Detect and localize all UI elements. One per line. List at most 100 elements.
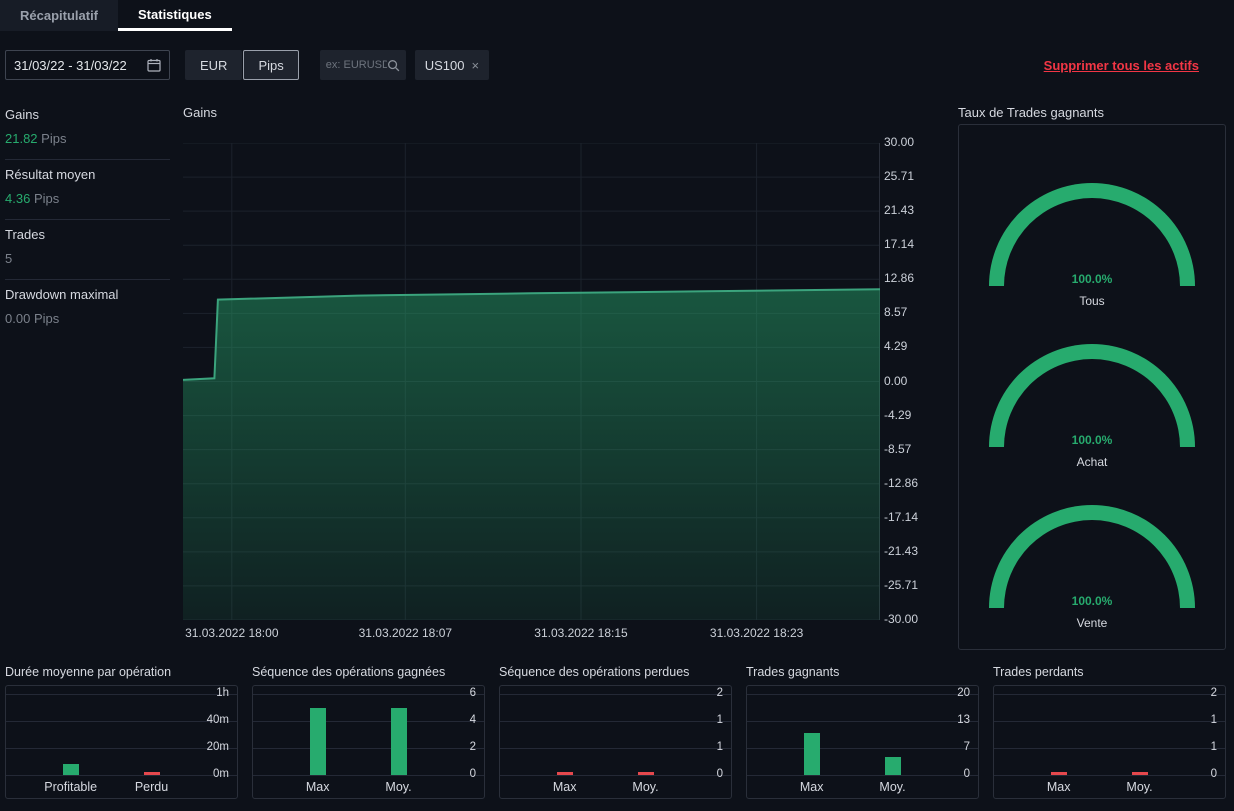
chip-remove-icon[interactable]: × xyxy=(472,58,480,73)
gridline xyxy=(6,694,237,695)
y-tick-label: 4 xyxy=(470,714,476,726)
statistics-page: Récapitulatif Statistiques EUR Pips US10… xyxy=(0,0,1234,811)
mini-chart-plot: 2110 xyxy=(500,694,731,776)
stat-item-drawdown-maximal: Drawdown maximal 0.00 Pips xyxy=(5,280,170,339)
gridline xyxy=(994,721,1225,722)
bar-moy xyxy=(391,708,407,776)
y-axis-label: 25.71 xyxy=(884,169,914,183)
bar-perdu xyxy=(144,772,160,775)
y-axis-label: -12.86 xyxy=(884,476,918,490)
y-axis-label: 21.43 xyxy=(884,203,914,217)
tab-recapitulatif[interactable]: Récapitulatif xyxy=(0,0,118,31)
y-axis-label: -30.00 xyxy=(884,612,918,626)
gridline xyxy=(6,775,237,776)
category-label: Perdu xyxy=(135,780,168,794)
gridline xyxy=(747,694,978,695)
stat-label: Drawdown maximal xyxy=(5,287,170,302)
gauge-arc xyxy=(989,183,1195,286)
panel-title: Trades gagnants xyxy=(746,665,979,685)
panel-title: Séquence des opérations perdues xyxy=(499,665,732,685)
y-axis-label: -21.43 xyxy=(884,544,918,558)
gridline xyxy=(253,721,484,722)
x-axis-label: 31.03.2022 18:15 xyxy=(534,626,627,640)
mini-chart-duree: 1h40m20m0mProfitablePerdu xyxy=(5,685,238,799)
gridline xyxy=(500,748,731,749)
delete-all-assets-link[interactable]: Supprimer tous les actifs xyxy=(1044,58,1199,73)
gridline xyxy=(6,748,237,749)
gridline xyxy=(253,748,484,749)
mini-chart-trades-perdants: 2110 Max Moy. xyxy=(993,685,1226,799)
x-axis-label: 31.03.2022 18:07 xyxy=(359,626,452,640)
gauge-value: 100.0% xyxy=(1072,272,1113,286)
y-tick-label: 40m xyxy=(207,714,229,726)
gauge-label: Achat xyxy=(1077,455,1108,469)
asset-search-input[interactable] xyxy=(326,59,387,71)
category-label: Max xyxy=(1047,780,1071,794)
mini-chart-plot: 1h40m20m0m xyxy=(6,694,237,776)
y-tick-label: 20 xyxy=(957,687,970,699)
y-axis-label: 30.00 xyxy=(884,135,914,149)
y-tick-label: 1 xyxy=(1211,741,1217,753)
y-axis-label: 12.86 xyxy=(884,271,914,285)
gridline xyxy=(253,694,484,695)
stat-value: 0.00 Pips xyxy=(5,311,170,326)
main-chart-y-axis: 30.0025.7121.4317.1412.868.574.290.00-4.… xyxy=(884,143,940,620)
gauge-label: Vente xyxy=(1077,616,1108,630)
bar-max xyxy=(557,772,573,775)
asset-chip-label: US100 xyxy=(425,58,465,73)
date-range-input[interactable] xyxy=(14,58,147,73)
stat-value: 4.36 Pips xyxy=(5,191,170,206)
bottom-charts-row: Durée moyenne par opération 1h40m20m0mPr… xyxy=(5,665,1226,799)
calendar-icon[interactable] xyxy=(147,58,161,72)
gridline xyxy=(747,721,978,722)
gridline xyxy=(994,748,1225,749)
y-tick-label: 13 xyxy=(957,714,970,726)
stat-label: Trades xyxy=(5,227,170,242)
mini-chart-plot: 2110 xyxy=(994,694,1225,776)
main-chart-plot xyxy=(183,143,880,620)
asset-search xyxy=(320,50,406,80)
y-tick-label: 1h xyxy=(216,687,229,699)
main-chart-title: Gains xyxy=(183,105,217,120)
mini-chart-sequence-perdues: 2110 MaxMoy. xyxy=(499,685,732,799)
panel-trades-gagnants: Trades gagnants 201370MaxMoy. xyxy=(746,665,979,799)
y-tick-label: 2 xyxy=(1211,687,1217,699)
unit-pips-button[interactable]: Pips xyxy=(243,50,298,80)
y-axis-label: -4.29 xyxy=(884,408,911,422)
gauge-arc xyxy=(989,505,1195,608)
tab-statistiques[interactable]: Statistiques xyxy=(118,0,232,31)
gauge-achat: 100.0% Achat xyxy=(989,344,1195,469)
gauge-tous: 100.0% Tous xyxy=(989,183,1195,308)
y-tick-label: 6 xyxy=(470,687,476,699)
asset-chip-us100[interactable]: US100 × xyxy=(415,50,489,80)
search-icon xyxy=(387,59,400,72)
category-labels: Max Moy. xyxy=(994,778,1225,796)
bar-max xyxy=(310,708,326,776)
summary-stats: Gains 21.82 Pips Résultat moyen 4.36 Pip… xyxy=(5,100,170,339)
gridline xyxy=(994,694,1225,695)
gridline xyxy=(500,694,731,695)
y-tick-label: 7 xyxy=(964,741,970,753)
win-rate-title: Taux de Trades gagnants xyxy=(958,105,1104,120)
panel-duree-moyenne: Durée moyenne par opération 1h40m20m0mPr… xyxy=(5,665,238,799)
stat-item-resultat-moyen: Résultat moyen 4.36 Pips xyxy=(5,160,170,220)
stat-label: Gains xyxy=(5,107,170,122)
gauge-label: Tous xyxy=(1079,294,1104,308)
y-axis-label: 4.29 xyxy=(884,339,907,353)
category-labels: MaxMoy. xyxy=(500,778,731,796)
category-label: Max xyxy=(553,780,577,794)
bar-max xyxy=(1051,772,1067,775)
category-label: Moy. xyxy=(1126,780,1152,794)
mini-chart-trades-gagnants: 201370MaxMoy. xyxy=(746,685,979,799)
gridline xyxy=(500,721,731,722)
y-tick-label: 20m xyxy=(207,741,229,753)
bar-max xyxy=(804,733,820,775)
gauge-value: 100.0% xyxy=(1072,433,1113,447)
date-range-picker[interactable] xyxy=(5,50,170,80)
currency-eur-button[interactable]: EUR xyxy=(185,50,242,80)
y-tick-label: 1 xyxy=(717,741,723,753)
gridline xyxy=(500,775,731,776)
x-axis-label: 31.03.2022 18:23 xyxy=(710,626,803,640)
y-axis-label: -25.71 xyxy=(884,578,918,592)
category-label: Max xyxy=(800,780,824,794)
